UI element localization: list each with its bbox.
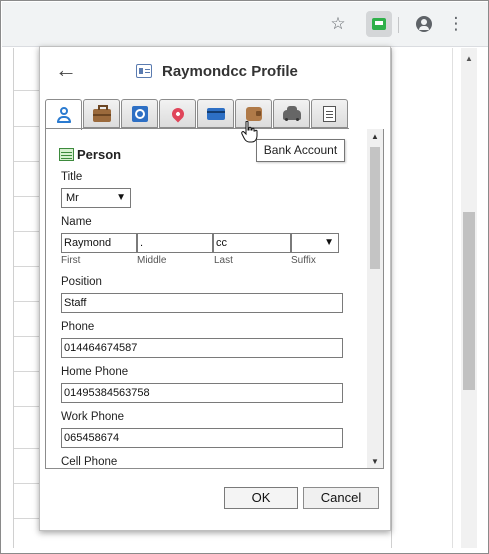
first-name-field[interactable]: Raymond xyxy=(61,233,137,253)
tab-credit-card[interactable] xyxy=(197,99,234,128)
last-sublabel: Last xyxy=(214,255,233,266)
credit-card-icon xyxy=(206,107,225,120)
work-phone-field[interactable]: 065458674 xyxy=(61,428,343,448)
ok-button[interactable]: OK xyxy=(224,487,298,509)
popup-header: Raymondcc Profile xyxy=(136,60,298,82)
table-icon xyxy=(59,148,74,161)
position-label: Position xyxy=(61,276,102,288)
position-field[interactable]: Staff xyxy=(61,293,343,313)
home-phone-field[interactable]: 01495384563758 xyxy=(61,383,343,403)
middle-sublabel: Middle xyxy=(137,255,167,266)
chevron-down-icon: ▼ xyxy=(116,192,126,203)
hand-cursor-icon xyxy=(241,121,258,143)
account-icon[interactable] xyxy=(411,11,437,37)
person-icon xyxy=(56,107,72,123)
section-header: Person xyxy=(59,147,121,162)
page-scrollbar[interactable]: ▲ xyxy=(461,48,477,548)
section-title: Person xyxy=(77,147,122,162)
globe-icon xyxy=(131,105,148,122)
middle-name-field[interactable]: . xyxy=(137,233,213,253)
scroll-up-icon[interactable]: ▲ xyxy=(367,132,383,142)
tab-address[interactable] xyxy=(159,99,196,128)
cell-phone-label: Cell Phone xyxy=(61,456,118,468)
toolbar-separator xyxy=(398,17,399,33)
profile-popup: ← Raymondcc Profile Person Title Mr ▼ Na… xyxy=(39,46,391,531)
popup-title: Raymondcc Profile xyxy=(162,62,298,80)
last-name-field[interactable]: cc xyxy=(213,233,291,253)
phone-field[interactable]: 014464674587 xyxy=(61,338,343,358)
tab-person[interactable] xyxy=(45,99,82,130)
cancel-button[interactable]: Cancel xyxy=(303,487,379,509)
title-select-value: Mr xyxy=(66,192,79,204)
form-scrollbar[interactable]: ▲ ▼ xyxy=(367,129,383,468)
browser-toolbar: ☆ ⋮ xyxy=(2,2,488,47)
work-phone-label: Work Phone xyxy=(61,411,125,423)
form-scrollbar-thumb[interactable] xyxy=(370,147,380,269)
first-sublabel: First xyxy=(61,255,81,266)
car-icon xyxy=(282,105,301,121)
briefcase-icon xyxy=(92,104,111,122)
page-scrollbar-thumb[interactable] xyxy=(463,212,475,390)
wallet-icon xyxy=(245,106,262,121)
profile-card-icon xyxy=(136,64,152,78)
suffix-sublabel: Suffix xyxy=(291,255,316,266)
extension-icon[interactable] xyxy=(366,11,392,37)
scroll-down-icon[interactable]: ▼ xyxy=(367,457,383,467)
name-label: Name xyxy=(61,216,92,228)
phone-label: Phone xyxy=(61,321,95,333)
tab-business[interactable] xyxy=(83,99,120,128)
more-menu-icon[interactable]: ⋮ xyxy=(443,11,469,37)
chevron-down-icon: ▼ xyxy=(324,237,334,248)
star-icon[interactable]: ☆ xyxy=(325,11,351,37)
tab-notes[interactable] xyxy=(311,99,348,128)
suffix-select[interactable]: ▼ xyxy=(291,233,339,253)
title-select[interactable]: Mr ▼ xyxy=(61,188,131,208)
page-table-left xyxy=(13,48,42,548)
location-pin-icon xyxy=(169,105,186,122)
title-label: Title xyxy=(61,171,83,183)
tab-internet[interactable] xyxy=(121,99,158,128)
home-phone-label: Home Phone xyxy=(61,366,129,378)
back-arrow-icon[interactable]: ← xyxy=(54,59,78,83)
tab-tooltip: Bank Account xyxy=(256,139,345,162)
note-icon xyxy=(323,105,336,122)
person-form: Person Title Mr ▼ Name Raymond . cc ▼ Fi… xyxy=(45,129,384,469)
tab-car[interactable] xyxy=(273,99,310,128)
